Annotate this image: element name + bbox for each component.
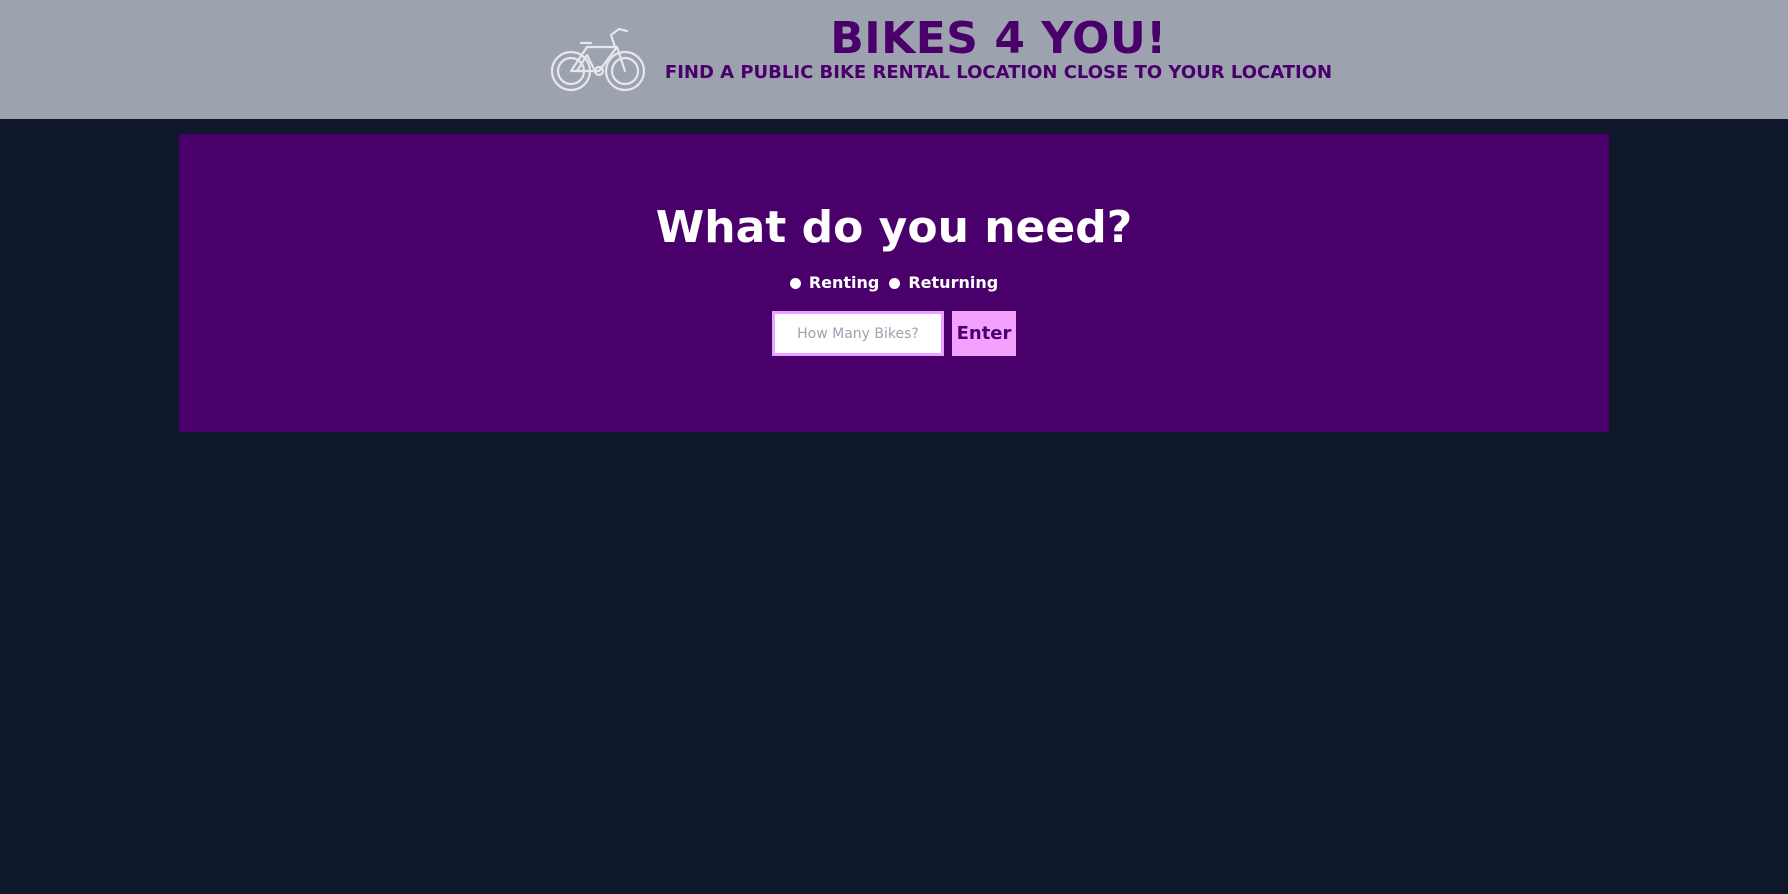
returning-radio[interactable]	[889, 277, 901, 289]
question-heading: What do you need?	[655, 202, 1133, 253]
site-subtitle: FIND A PUBLIC BIKE RENTAL LOCATION CLOSE…	[664, 62, 1333, 83]
site-title: BIKES 4 YOU!	[830, 13, 1167, 64]
renting-label: Renting	[808, 273, 880, 292]
enter-button[interactable]: Enter	[952, 311, 1016, 356]
site-header: BIKES 4 YOU! FIND A PUBLIC BIKE RENTAL L…	[0, 0, 1788, 119]
search-card: What do you need? Renting Returning Ente…	[179, 134, 1609, 432]
renting-radio[interactable]	[789, 277, 801, 289]
bike-count-input[interactable]	[772, 311, 944, 356]
renting-option[interactable]: Renting	[789, 273, 880, 293]
mode-radio-group: Renting Returning	[179, 273, 1609, 293]
returning-label: Returning	[908, 273, 999, 292]
returning-option[interactable]: Returning	[889, 273, 998, 293]
